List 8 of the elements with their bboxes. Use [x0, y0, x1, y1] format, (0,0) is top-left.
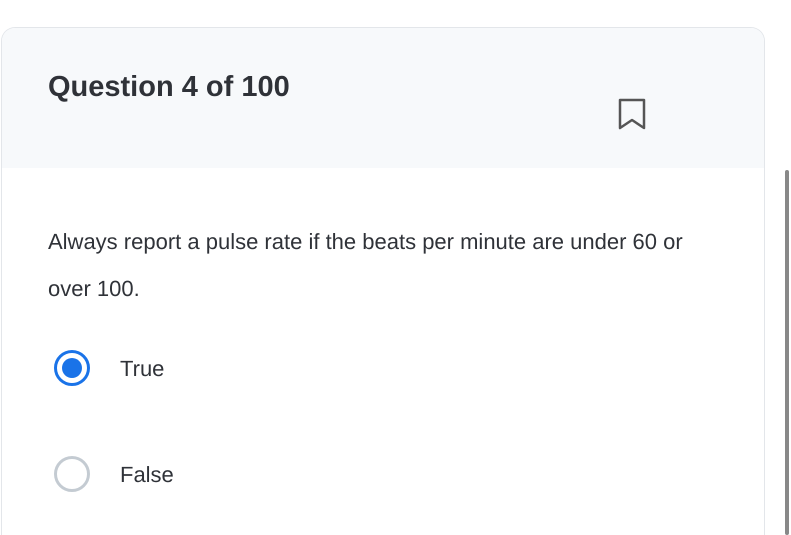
- question-text: Always report a pulse rate if the beats per minute are under 60 or over 100.: [48, 228, 684, 303]
- bookmark-icon[interactable]: [618, 98, 646, 130]
- question-title: Question 4 of 100: [48, 70, 290, 105]
- radio-button[interactable]: [54, 350, 90, 386]
- radio-button[interactable]: [54, 456, 90, 492]
- option-label[interactable]: True: [120, 352, 164, 384]
- scrollbar[interactable]: [785, 170, 789, 535]
- option-label[interactable]: False: [120, 458, 174, 490]
